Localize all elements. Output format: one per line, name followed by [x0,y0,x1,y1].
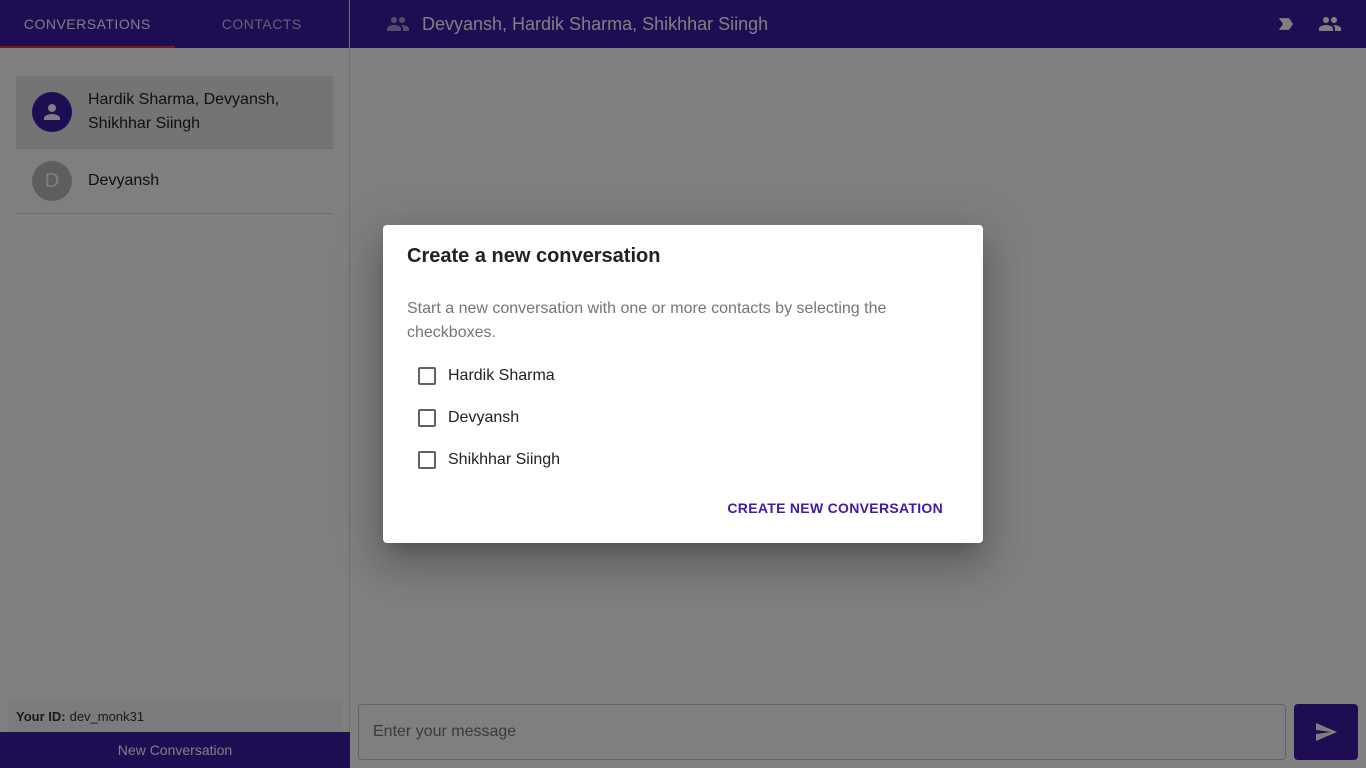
dialog-description: Start a new conversation with one or mor… [407,300,887,341]
contact-checkbox-row[interactable]: Shikhhar Siingh [418,451,560,469]
checkbox[interactable] [418,451,436,469]
dialog-title: Create a new conversation [407,245,661,267]
contact-checkbox-row[interactable]: Hardik Sharma [418,367,555,385]
app-root: Devyansh, Hardik Sharma, Shikhhar Siingh… [0,0,1366,768]
create-new-conversation-button[interactable]: Create New Conversation [727,500,943,516]
contact-checkbox-row[interactable]: Devyansh [418,409,519,427]
checkbox-label: Devyansh [448,409,520,426]
checkbox-label: Hardik Sharma [448,367,555,384]
checkbox[interactable] [418,409,436,427]
checkbox-label: Shikhhar Siingh [448,451,561,468]
create-conversation-dialog: Create a new conversation Start a new co… [383,225,983,543]
checkbox[interactable] [418,367,436,385]
